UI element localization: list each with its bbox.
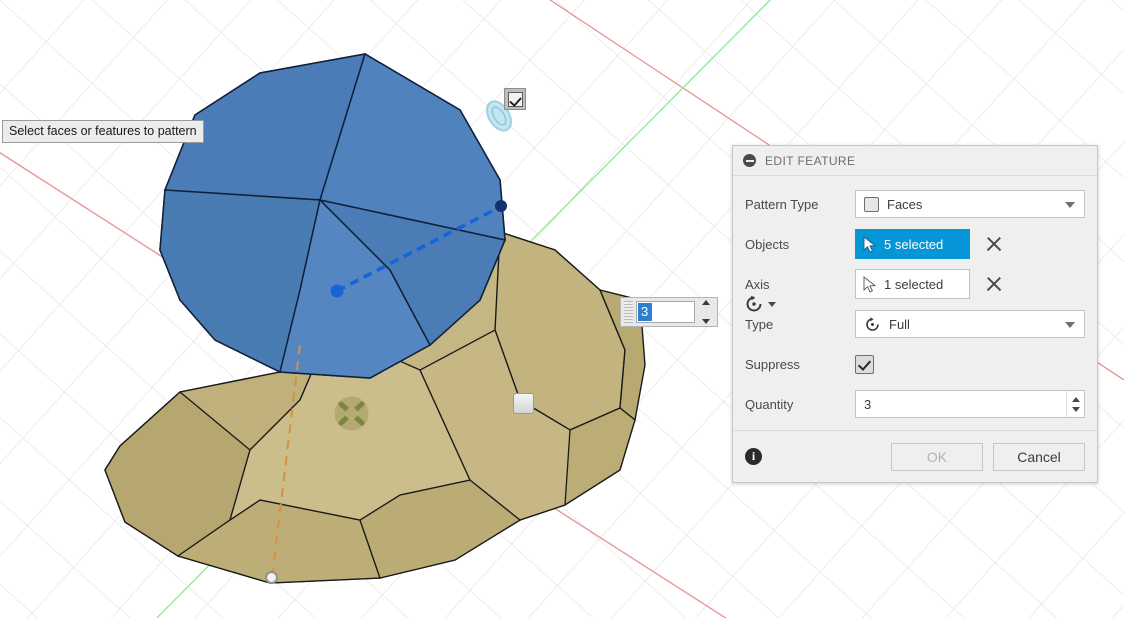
spinner-down-icon[interactable] (1071, 406, 1080, 412)
faces-square-icon (864, 196, 879, 212)
chevron-down-icon[interactable] (1065, 322, 1075, 328)
rotate-axis-icon (746, 295, 762, 312)
suppress-checkbox[interactable] (855, 354, 874, 374)
tooltip: Select faces or features to pattern (2, 120, 204, 143)
label-suppress: Suppress (745, 356, 800, 372)
select-cursor-icon (863, 275, 877, 293)
label-pattern-type: Pattern Type (745, 196, 819, 212)
vertex-point-icon[interactable] (265, 571, 278, 584)
canvas-accept-checkbox[interactable] (504, 88, 526, 110)
spinner-down-icon[interactable] (702, 319, 710, 324)
dialog-footer: i OK Cancel (733, 430, 1097, 482)
application-window: 3 Select faces or features to pattern ED… (0, 0, 1124, 618)
pattern-type-dropdown[interactable]: Faces (855, 190, 1085, 218)
chevron-down-icon[interactable] (1065, 202, 1075, 208)
type-dropdown[interactable]: Full (855, 310, 1085, 338)
select-cursor-icon (863, 235, 877, 253)
row-suppress: Suppress (745, 344, 1085, 384)
axis-rotate-overlay-icon[interactable] (744, 294, 778, 314)
dialog-title: EDIT FEATURE (765, 153, 856, 168)
label-objects: Objects (745, 236, 790, 252)
row-quantity: Quantity 3 (745, 384, 1085, 424)
quantity-value: 3 (864, 396, 872, 412)
ok-button[interactable]: OK (891, 442, 983, 471)
objects-select-button[interactable]: 5 selected (855, 229, 970, 259)
canvas-quantity-spinner[interactable] (698, 300, 714, 324)
quantity-input[interactable]: 3 (855, 390, 1085, 418)
axis-select-button[interactable]: 1 selected (855, 269, 970, 299)
dialog-title-bar[interactable]: EDIT FEATURE (733, 146, 1097, 176)
rotate-full-icon (866, 317, 879, 331)
objects-value: 5 selected (884, 236, 944, 252)
cancel-button[interactable]: Cancel (993, 442, 1085, 471)
edit-feature-dialog[interactable]: EDIT FEATURE Pattern Type Faces Objects (732, 145, 1098, 483)
collapse-minus-icon[interactable] (743, 154, 756, 167)
canvas-quantity-value: 3 (638, 303, 653, 321)
label-quantity: Quantity (745, 396, 794, 412)
checkmark-icon (507, 91, 523, 107)
spinner-up-icon[interactable] (1071, 396, 1080, 402)
label-type: Type (745, 316, 774, 332)
row-objects: Objects 5 selected (745, 224, 1085, 264)
row-pattern-type: Pattern Type Faces (745, 184, 1085, 224)
info-icon[interactable]: i (745, 448, 762, 465)
dialog-body: Pattern Type Faces Objects 5 selected Ax… (733, 176, 1097, 430)
label-axis: Axis (745, 276, 770, 292)
canvas-quantity-textbox[interactable]: 3 (636, 301, 695, 323)
type-value: Full (889, 316, 910, 332)
quantity-spinner[interactable] (1066, 391, 1084, 417)
objects-clear-x-icon[interactable] (982, 232, 1006, 256)
axis-clear-x-icon[interactable] (982, 272, 1006, 296)
origin-cross-icon (333, 395, 370, 432)
pattern-type-value: Faces (887, 196, 923, 212)
row-axis: Axis 1 selected (745, 264, 1085, 304)
row-type: Type Full (745, 304, 1085, 344)
axis-value: 1 selected (884, 276, 944, 292)
drag-grip-icon[interactable] (624, 301, 633, 323)
spinner-up-icon[interactable] (702, 300, 710, 305)
chevron-down-icon[interactable] (768, 301, 776, 307)
square-drag-handle[interactable] (513, 393, 534, 414)
canvas-quantity-input[interactable]: 3 (620, 297, 718, 327)
